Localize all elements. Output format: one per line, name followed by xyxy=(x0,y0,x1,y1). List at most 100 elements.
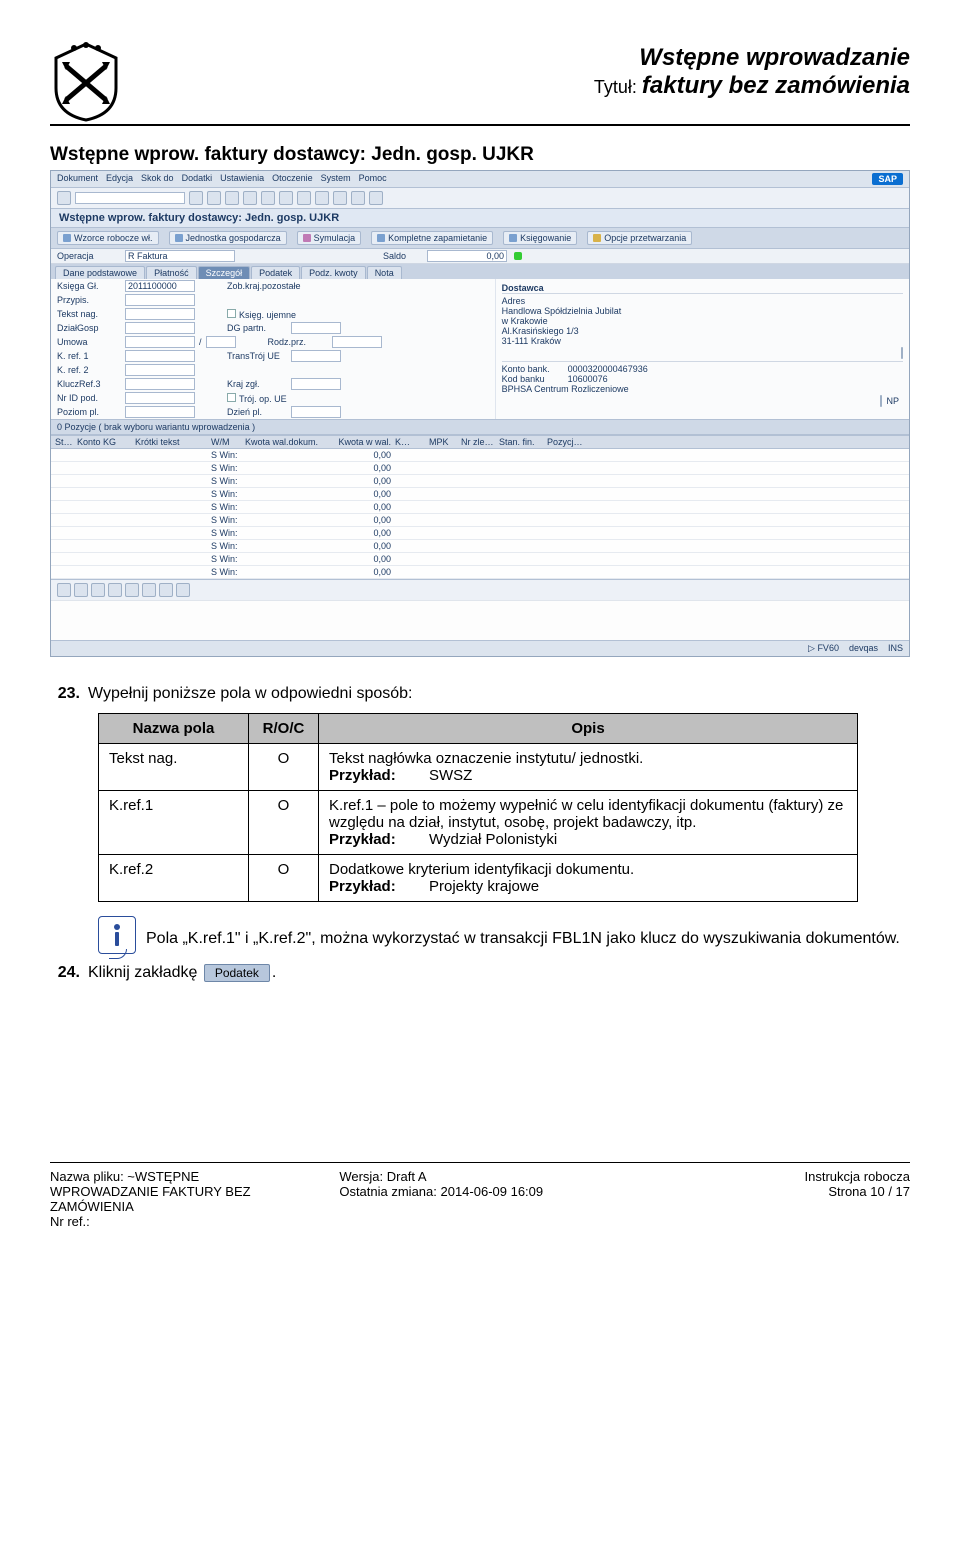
info-icon xyxy=(98,916,136,954)
bottom-btn[interactable] xyxy=(125,583,139,597)
menu-item[interactable]: Skok do xyxy=(141,173,174,185)
toolbar-btn[interactable] xyxy=(369,191,383,205)
bottom-btn[interactable] xyxy=(142,583,156,597)
appbar-btn[interactable]: Kompletne zapamietanie xyxy=(371,231,493,245)
cell: O xyxy=(249,791,319,855)
sap-toolbar xyxy=(51,188,909,209)
toolbar-input[interactable] xyxy=(75,192,185,204)
toolbar-btn[interactable] xyxy=(351,191,365,205)
toolbar-btn[interactable] xyxy=(207,191,221,205)
appbar-btn[interactable]: Opcje przetwarzania xyxy=(587,231,692,245)
table-row[interactable]: S Win:0,00 xyxy=(51,553,909,566)
field-label: KluczRef.3 xyxy=(57,379,121,389)
address-icon[interactable] xyxy=(901,347,903,359)
sap-statusbar: ▷ FV60 devqas INS xyxy=(51,640,909,656)
table-row[interactable]: S Win:0,00 xyxy=(51,449,909,462)
field-input[interactable] xyxy=(125,378,195,390)
table-row[interactable]: S Win:0,00 xyxy=(51,462,909,475)
konto-bank-label: Konto bank. xyxy=(502,364,568,374)
field-label: Tekst nag. xyxy=(57,309,121,319)
th-opis: Opis xyxy=(319,714,858,744)
tab[interactable]: Nota xyxy=(367,266,402,279)
field-input[interactable] xyxy=(125,322,195,334)
header-line2-bold: faktury bez zamówienia xyxy=(642,72,910,99)
footer-version: Wersja: Draft A xyxy=(339,1169,620,1184)
logo-crest xyxy=(50,40,122,122)
table-row[interactable]: S Win:0,00 xyxy=(51,566,909,579)
cell: K.ref.1 xyxy=(99,791,249,855)
page-footer: Nazwa pliku: ~WSTĘPNE WPROWADZANIE FAKTU… xyxy=(50,1162,910,1229)
tab-active[interactable]: Szczegół xyxy=(198,266,251,279)
appbar-btn[interactable]: Księgowanie xyxy=(503,231,577,245)
menu-item[interactable]: Pomoc xyxy=(359,173,387,185)
kod-banku-value: 10600076 xyxy=(568,374,608,384)
appbar-btn[interactable]: Jednostka gospodarcza xyxy=(169,231,287,245)
toolbar-btn[interactable] xyxy=(279,191,293,205)
field-input[interactable]: 2011100000 xyxy=(125,280,195,292)
field-input[interactable] xyxy=(125,336,195,348)
toolbar-btn[interactable] xyxy=(225,191,239,205)
addr-line: Adres xyxy=(502,296,903,306)
toolbar-btn[interactable] xyxy=(297,191,311,205)
field-input[interactable] xyxy=(125,308,195,320)
addr-line: w Krakowie xyxy=(502,316,903,326)
menu-item[interactable]: Dodatki xyxy=(182,173,213,185)
toolbar-btn[interactable] xyxy=(189,191,203,205)
np-chip[interactable]: NP xyxy=(882,396,903,406)
appbar-btn[interactable]: Wzorce robocze wł. xyxy=(57,231,159,245)
menu-item[interactable]: Ustawienia xyxy=(220,173,264,185)
field-input[interactable] xyxy=(125,294,195,306)
podatek-tab-icon: Podatek xyxy=(204,964,270,982)
bottom-btn[interactable] xyxy=(159,583,173,597)
operacja-value[interactable]: R Faktura xyxy=(125,250,235,262)
bottom-btn[interactable] xyxy=(108,583,122,597)
menu-item[interactable]: System xyxy=(321,173,351,185)
sap-logo: SAP xyxy=(872,173,903,185)
bottom-btn[interactable] xyxy=(91,583,105,597)
cell: K.ref.1 – pole to możemy wypełnić w celu… xyxy=(319,791,858,855)
field-label: Przypis. xyxy=(57,295,121,305)
addr-line: 31-111 Kraków xyxy=(502,336,903,346)
field-label: K. ref. 1 xyxy=(57,351,121,361)
tab[interactable]: Płatność xyxy=(146,266,197,279)
header-line1: Wstępne wprowadzanie xyxy=(132,44,910,72)
bottom-btn[interactable] xyxy=(74,583,88,597)
tab[interactable]: Podz. kwoty xyxy=(301,266,366,279)
step-24: 24. Kliknij zakładkę Podatek. xyxy=(50,964,910,982)
field-table: Nazwa pola R/O/C Opis Tekst nag. O Tekst… xyxy=(98,713,858,902)
konto-bank-value: 0000320000467936 xyxy=(568,364,648,374)
kod-banku-label: Kod banku xyxy=(502,374,568,384)
field-input[interactable] xyxy=(125,350,195,362)
field-input[interactable] xyxy=(125,406,195,418)
toolbar-btn[interactable] xyxy=(57,191,71,205)
footer-ref: Nr ref.: xyxy=(50,1214,331,1229)
toolbar-btn[interactable] xyxy=(333,191,347,205)
field-input[interactable] xyxy=(125,392,195,404)
menu-item[interactable]: Dokument xyxy=(57,173,98,185)
cell: O xyxy=(249,744,319,791)
step-23: 23. Wypełnij poniższe pola w odpowiedni … xyxy=(50,685,910,703)
bottom-btn[interactable] xyxy=(176,583,190,597)
tab-podatek[interactable]: Podatek xyxy=(251,266,300,279)
menu-item[interactable]: Edycja xyxy=(106,173,133,185)
field-input[interactable] xyxy=(125,364,195,376)
menu-item[interactable]: Otoczenie xyxy=(272,173,313,185)
appbar-btn[interactable]: Symulacja xyxy=(297,231,362,245)
cell: Tekst nag. xyxy=(99,744,249,791)
table-row[interactable]: S Win:0,00 xyxy=(51,514,909,527)
table-row[interactable]: S Win:0,00 xyxy=(51,475,909,488)
table-row[interactable]: S Win:0,00 xyxy=(51,540,909,553)
table-row[interactable]: S Win:0,00 xyxy=(51,527,909,540)
table-row[interactable]: S Win:0,00 xyxy=(51,488,909,501)
table-row[interactable]: S Win:0,00 xyxy=(51,501,909,514)
tab[interactable]: Dane podstawowe xyxy=(55,266,145,279)
toolbar-btn[interactable] xyxy=(243,191,257,205)
cell: Dodatkowe kryterium identyfikacji dokume… xyxy=(319,855,858,902)
positions-caption: 0 Pozycje ( brak wyboru wariantu wprowad… xyxy=(51,419,909,435)
field-label: DziałGosp xyxy=(57,323,121,333)
toolbar-btn[interactable] xyxy=(261,191,275,205)
toolbar-btn[interactable] xyxy=(315,191,329,205)
bottom-btn[interactable] xyxy=(57,583,71,597)
operacja-label: Operacja xyxy=(57,251,121,261)
dostawca-header: Dostawca xyxy=(502,283,903,294)
